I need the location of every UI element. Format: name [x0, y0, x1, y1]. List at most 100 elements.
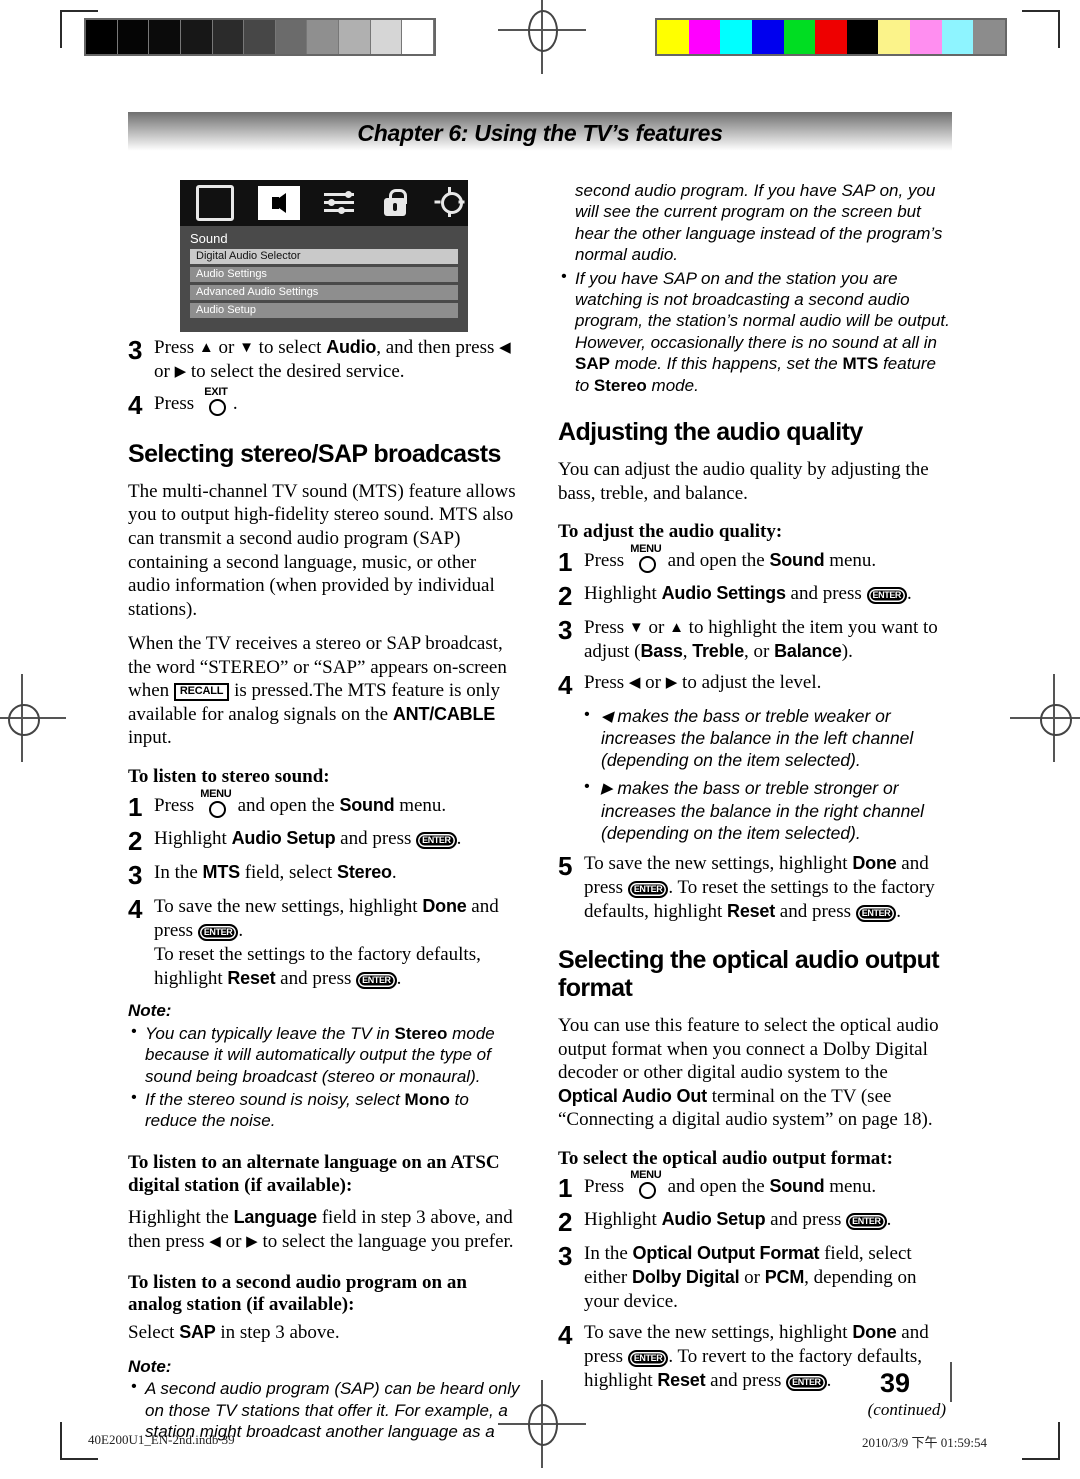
text-fragment: or: [739, 1267, 765, 1289]
right-adjust-step-1: 1 Press MENU and open the Sound menu.: [558, 543, 952, 575]
enter-button-icon: ENTER: [197, 923, 239, 941]
text-fragment: makes the bass or treble weaker or incre…: [601, 705, 914, 771]
tv-menu-item-audio-setup[interactable]: Audio Setup: [190, 303, 458, 318]
ui-term: PCM: [764, 1267, 805, 1288]
ui-term: Audio Settings: [661, 582, 786, 603]
step-number: 3: [128, 859, 143, 890]
ui-term: Bass: [640, 640, 683, 661]
ui-term: Stereo: [394, 1023, 448, 1043]
heading-selecting-stereo-sap: Selecting stereo/SAP broadcasts: [128, 439, 501, 468]
subheading-second-audio-program: To listen to a second audio program on a…: [128, 1271, 467, 1316]
note-bullet: You can typically leave the TV in Stereo…: [131, 1022, 522, 1087]
enter-button-icon: ENTER: [855, 905, 897, 923]
text-fragment: ,: [682, 640, 693, 662]
enter-button-icon: ENTER: [627, 1350, 669, 1368]
ui-term: Reset: [657, 1370, 706, 1391]
enter-button-icon: ENTER: [627, 881, 669, 899]
ui-term: MTS: [202, 861, 241, 882]
ui-term: Reset: [727, 901, 776, 922]
text-fragment: Highlight: [584, 1209, 662, 1231]
paragraph-stereo-sap-onscreen: When the TV receives a stereo or SAP bro…: [128, 632, 522, 750]
left-step-3: 3 Press ▲ or ▼ to select Audio, and then…: [128, 336, 522, 384]
text-fragment: and open the: [232, 794, 340, 816]
step-number: 3: [128, 335, 143, 365]
grayscale-swatch: [402, 20, 435, 54]
text-fragment: field, select: [239, 861, 338, 883]
step-number: 4: [558, 669, 573, 700]
step-text: Highlight Audio Setup and press ENTER.: [584, 1208, 891, 1235]
ui-term: Done: [852, 1322, 897, 1343]
tv-sound-menu-screenshot: Sound Digital Audio Selector Audio Setti…: [180, 180, 468, 332]
color-calibration-bar: [655, 18, 1007, 56]
step-text: In the Optical Output Format field, sele…: [584, 1242, 952, 1314]
ui-term: SAP: [575, 354, 610, 374]
text-fragment: .: [886, 1209, 892, 1231]
note-label: Note:: [128, 1001, 172, 1021]
sliders-icon: [323, 188, 356, 218]
crop-mark-bottom-right: [1022, 1422, 1060, 1460]
step-text: To save the new settings, highlight Done…: [584, 852, 952, 924]
step-number: 3: [558, 614, 573, 645]
ui-term: Balance: [774, 640, 842, 661]
step-number: 4: [128, 389, 143, 420]
tv-menu-title: Sound: [190, 231, 228, 246]
color-swatch: [751, 20, 784, 54]
step-text: Press ▲ or ▼ to select Audio, and then p…: [154, 337, 511, 382]
color-swatch: [973, 20, 1006, 54]
step-number: 2: [128, 825, 143, 856]
color-swatch: [815, 20, 847, 54]
tv-menu-item-digital-audio-selector[interactable]: Digital Audio Selector: [190, 249, 458, 264]
text-fragment: .: [826, 1370, 832, 1392]
note-continued-text: second audio program. If you have SAP on…: [575, 181, 943, 265]
text-fragment: To save the new settings, highlight: [154, 895, 423, 917]
text-fragment: menu.: [394, 794, 447, 816]
text-fragment: and open the: [662, 549, 770, 571]
grayscale-swatch: [180, 20, 213, 54]
text-fragment: .: [238, 919, 244, 941]
page-number: 39: [880, 1368, 911, 1398]
registration-mark-right: [1010, 674, 1080, 762]
text-fragment: and press: [335, 827, 417, 849]
left-step-4: 4 Press EXIT.: [128, 386, 522, 420]
ui-term: Stereo: [337, 861, 392, 882]
text-fragment: and press: [705, 1370, 787, 1392]
ui-term: Reset: [227, 967, 276, 988]
text-fragment: , or: [744, 640, 775, 662]
exit-button-icon: EXIT: [199, 386, 233, 416]
right-adjust-step-4: 4 Press ◀ or ▶ to adjust the level.: [558, 671, 952, 698]
step-number: 3: [558, 1241, 573, 1272]
text-fragment: .: [907, 582, 912, 604]
step-text: Highlight Audio Setup and press ENTER.: [154, 827, 461, 854]
text-fragment: To save the new settings, highlight: [584, 1322, 853, 1344]
text-fragment: makes the bass or treble stronger or inc…: [601, 778, 924, 843]
right-optical-step-1: 1 Press MENU and open the Sound menu.: [558, 1170, 952, 1202]
grayscale-swatch: [86, 20, 118, 54]
press-word: Press: [154, 392, 195, 414]
subheading-alternate-language: To listen to an alternate language on an…: [128, 1151, 500, 1196]
paragraph-select-sap: Select SAP in step 3 above.: [128, 1321, 522, 1345]
text-fragment: If you have SAP on and the station you a…: [575, 268, 950, 352]
footer-file-label: 40E200U1_EN-2nd.indb 39: [88, 1432, 235, 1447]
picture-icon: [196, 185, 235, 221]
text-fragment: .: [896, 901, 902, 923]
text-fragment: and press: [785, 582, 867, 604]
tv-menu-item-audio-settings[interactable]: Audio Settings: [190, 267, 458, 282]
paragraph-optical-intro: You can use this feature to select the o…: [558, 1014, 952, 1132]
left-listen-step-3: 3 In the MTS field, select Stereo.: [128, 861, 522, 888]
adjust-bullet-right: ▶ makes the bass or treble stronger or i…: [584, 777, 952, 844]
enter-button-icon: ENTER: [866, 586, 908, 604]
ui-term: Done: [422, 895, 467, 916]
step-text: Press MENU and open the Sound menu.: [584, 543, 876, 575]
text-fragment: .: [456, 827, 462, 849]
left-listen-step-2: 2 Highlight Audio Setup and press ENTER.: [128, 827, 522, 854]
color-swatch: [688, 20, 721, 54]
footer-timestamp: 2010/3/9 下午 01:59:54: [862, 1435, 987, 1450]
grayscale-swatch: [275, 20, 308, 54]
step-number: 5: [558, 851, 573, 882]
ui-term: Audio Setup: [661, 1209, 766, 1230]
color-swatch: [878, 20, 911, 54]
enter-button-icon: ENTER: [846, 1213, 887, 1231]
tv-menu-item-advanced-audio-settings[interactable]: Advanced Audio Settings: [190, 285, 458, 300]
color-swatch: [783, 20, 816, 54]
period: .: [232, 392, 238, 414]
